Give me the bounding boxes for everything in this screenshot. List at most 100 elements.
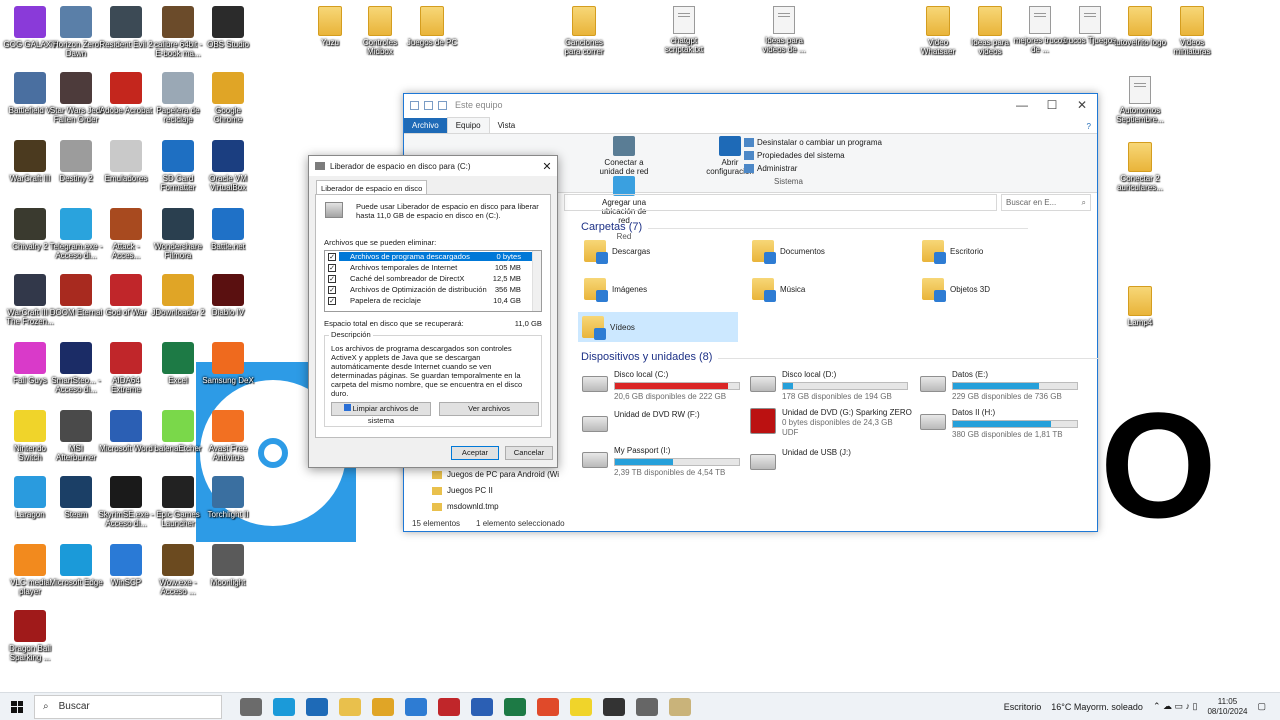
folder-item[interactable]: Descargas	[584, 240, 650, 264]
desktop-icon[interactable]: WinSCP	[98, 544, 154, 587]
nav-item[interactable]: Juegos de PC para Android (Wi	[432, 470, 559, 479]
desktop-icon[interactable]: Avast Free Antivirus	[200, 410, 256, 462]
desktop-icon[interactable]: AIDA64 Extreme	[98, 342, 154, 394]
weather-widget[interactable]: 16°C Mayorm. soleado	[1051, 702, 1143, 712]
desktop-file[interactable]: Video Whatsaer	[910, 6, 966, 56]
desktop-icon[interactable]: DOOM Eternal	[48, 274, 104, 317]
explorer-icon[interactable]	[339, 697, 361, 716]
cleanup-item-checkbox[interactable]: ✓	[328, 252, 336, 261]
acrobat-icon[interactable]	[438, 697, 460, 716]
uninstall-program-button[interactable]: Desinstalar o cambiar un programa	[744, 136, 904, 149]
desktop-icon[interactable]: Attack - Acces...	[98, 208, 154, 260]
cleanup-item-checkbox[interactable]: ✓	[328, 285, 336, 294]
desktop-icon[interactable]: SkyrimSE.exe - Acceso di...	[98, 476, 154, 528]
system-properties-button[interactable]: Propiedades del sistema	[744, 149, 904, 162]
desktop-file[interactable]: Canciones para correr	[556, 6, 612, 56]
desktop-icon[interactable]: Papelera de reciclaje	[150, 72, 206, 124]
tray-icons[interactable]: ⌃ ☁ ▭ ♪ ▯	[1153, 701, 1198, 712]
desktop-file[interactable]: Yuzu	[302, 6, 358, 47]
disk-cleanup-icon[interactable]	[669, 697, 691, 716]
clock[interactable]: 11:05 08/10/2024	[1207, 697, 1247, 717]
desktop-icon[interactable]: Wow.exe - Acceso ...	[150, 544, 206, 596]
desktop-file[interactable]: Autonomos Septiembre...	[1112, 76, 1168, 124]
accept-button[interactable]: Aceptar	[451, 446, 499, 460]
desktop-icon[interactable]: Microsoft Word	[98, 410, 154, 453]
folders-heading[interactable]: Carpetas (7)	[581, 221, 1030, 233]
minimize-button[interactable]: —	[1007, 98, 1037, 112]
cleanup-item[interactable]: ✓ Archivos temporales de Internet 105 MB	[325, 262, 541, 273]
tab-archivo[interactable]: Archivo	[404, 118, 447, 133]
remote-desktop-icon[interactable]	[405, 697, 427, 716]
desktop-icon[interactable]: Epic Games Launcher	[150, 476, 206, 528]
desktop-icon[interactable]: MSI Afterburner	[48, 410, 104, 462]
drive-item[interactable]: Disco local (D:) 178 GB disponibles de 19…	[750, 370, 908, 402]
obs-icon[interactable]	[603, 697, 625, 716]
desktop-file[interactable]: Videos miniaturas	[1164, 6, 1220, 56]
cancel-button[interactable]: Cancelar	[505, 446, 553, 460]
cleanup-item[interactable]: ✓ Archivos de Optimización de distribució…	[325, 284, 541, 295]
desktop-icon[interactable]: God of War	[98, 274, 154, 317]
desktop-icon[interactable]: Resident Evil 2	[98, 6, 154, 49]
folder-item[interactable]: Imágenes	[584, 278, 647, 302]
drive-item[interactable]: My Passport (I:) 2,39 TB disponibles de 4…	[582, 446, 740, 478]
desktop-icon[interactable]: Google Chrome	[200, 72, 256, 124]
desktop-icon[interactable]: SmartSteo... - Acceso di...	[48, 342, 104, 394]
desktop-icon[interactable]: Horizon Zero Dawn	[48, 6, 104, 58]
cleanup-item-checkbox[interactable]: ✓	[328, 274, 336, 283]
list-scrollbar[interactable]	[532, 251, 541, 311]
desktop-icon[interactable]: calibre 64bit - E-book ma...	[150, 6, 206, 58]
tab-vista[interactable]: Vista	[490, 118, 524, 133]
desktop-icon[interactable]: Oracle VM VirtualBox	[200, 140, 256, 192]
desktop-icon[interactable]: Dragon Ball Sparking ...	[2, 610, 58, 662]
view-files-button[interactable]: Ver archivos	[439, 402, 539, 416]
desktop-icon[interactable]: SD Card Formatter	[150, 140, 206, 192]
devices-heading[interactable]: Dispositivos y unidades (8)	[581, 351, 1101, 363]
desktop-file[interactable]: chatgpt scriptak.txt	[656, 6, 712, 54]
desktop-file[interactable]: Juegos de PC	[404, 6, 460, 47]
desktop-icon[interactable]: Moonlight	[200, 544, 256, 587]
drive-item[interactable]: Unidad de DVD (G:) Sparking ZERO 0 bytes …	[750, 408, 912, 438]
cleanup-item-checkbox[interactable]: ✓	[328, 263, 336, 272]
folder-item[interactable]: Música	[752, 278, 805, 302]
folder-item[interactable]: Documentos	[752, 240, 825, 264]
start-button[interactable]	[0, 700, 34, 713]
desktop-file[interactable]: trucos Tjuegos	[1062, 6, 1118, 45]
desktop-file[interactable]: Ideas para videos	[962, 6, 1018, 56]
folder-item[interactable]: Vídeos	[578, 312, 738, 342]
drive-item[interactable]: Datos II (H:) 380 GB disponibles de 1,81 …	[920, 408, 1078, 440]
clean-system-files-button[interactable]: Limpiar archivos de sistema	[331, 402, 431, 425]
nav-item[interactable]: Juegos PC II	[432, 486, 493, 495]
cleanup-item[interactable]: ✓ Papelera de reciclaje 10,4 GB	[325, 295, 541, 306]
desktop-file[interactable]: Lamp4	[1112, 286, 1168, 327]
cleanup-item-checkbox[interactable]: ✓	[328, 296, 336, 305]
taskbar-search-input[interactable]: ⌕ Buscar	[34, 694, 222, 719]
desktop-icon[interactable]: Destiny 2	[48, 140, 104, 183]
desktop-label[interactable]: Escritorio	[1004, 702, 1042, 712]
files-to-delete-list[interactable]: ✓ Archivos de programa descargados 0 bytes…	[324, 250, 542, 312]
address-field[interactable]	[564, 194, 997, 211]
cleanup-item[interactable]: ✓ Caché del sombreador de DirectX 12,5 MB	[325, 273, 541, 284]
desktop-icon[interactable]: Steam	[48, 476, 104, 519]
dialog-close-button[interactable]: ✕	[537, 160, 557, 173]
desktop-icon[interactable]: Emuladores	[98, 140, 154, 183]
chrome-icon[interactable]	[372, 697, 394, 716]
desktop-file[interactable]: tutovelrito logo	[1112, 6, 1168, 47]
desktop-icon[interactable]: Samsung DeX	[200, 342, 256, 385]
desktop-icon[interactable]: Wondershare Filmora	[150, 208, 206, 260]
edge-icon[interactable]	[273, 697, 295, 716]
desktop-icon[interactable]: Microsoft Edge	[48, 544, 104, 587]
tab-equipo[interactable]: Equipo	[446, 117, 490, 133]
drive-item[interactable]: Unidad de USB (J:)	[750, 448, 851, 470]
desktop-icon[interactable]: Diablo IV	[200, 274, 256, 317]
quick-access-toolbar[interactable]	[410, 100, 447, 110]
desktop-icon[interactable]: Battle.net	[200, 208, 256, 251]
desktop-icon[interactable]: JDownloader 2	[150, 274, 206, 317]
folder-item[interactable]: Objetos 3D	[922, 278, 990, 302]
nav-item[interactable]: msdownld.tmp	[432, 502, 499, 511]
chrome-app-icon[interactable]	[537, 697, 559, 716]
desktop-icon[interactable]: Star Wars Jedi Fallen Order	[48, 72, 104, 124]
help-icon[interactable]: ?	[1081, 122, 1097, 133]
desktop-file[interactable]: mejores trucos de ...	[1012, 6, 1068, 54]
maximize-button[interactable]: ☐	[1037, 98, 1067, 112]
app-icon[interactable]	[570, 697, 592, 716]
